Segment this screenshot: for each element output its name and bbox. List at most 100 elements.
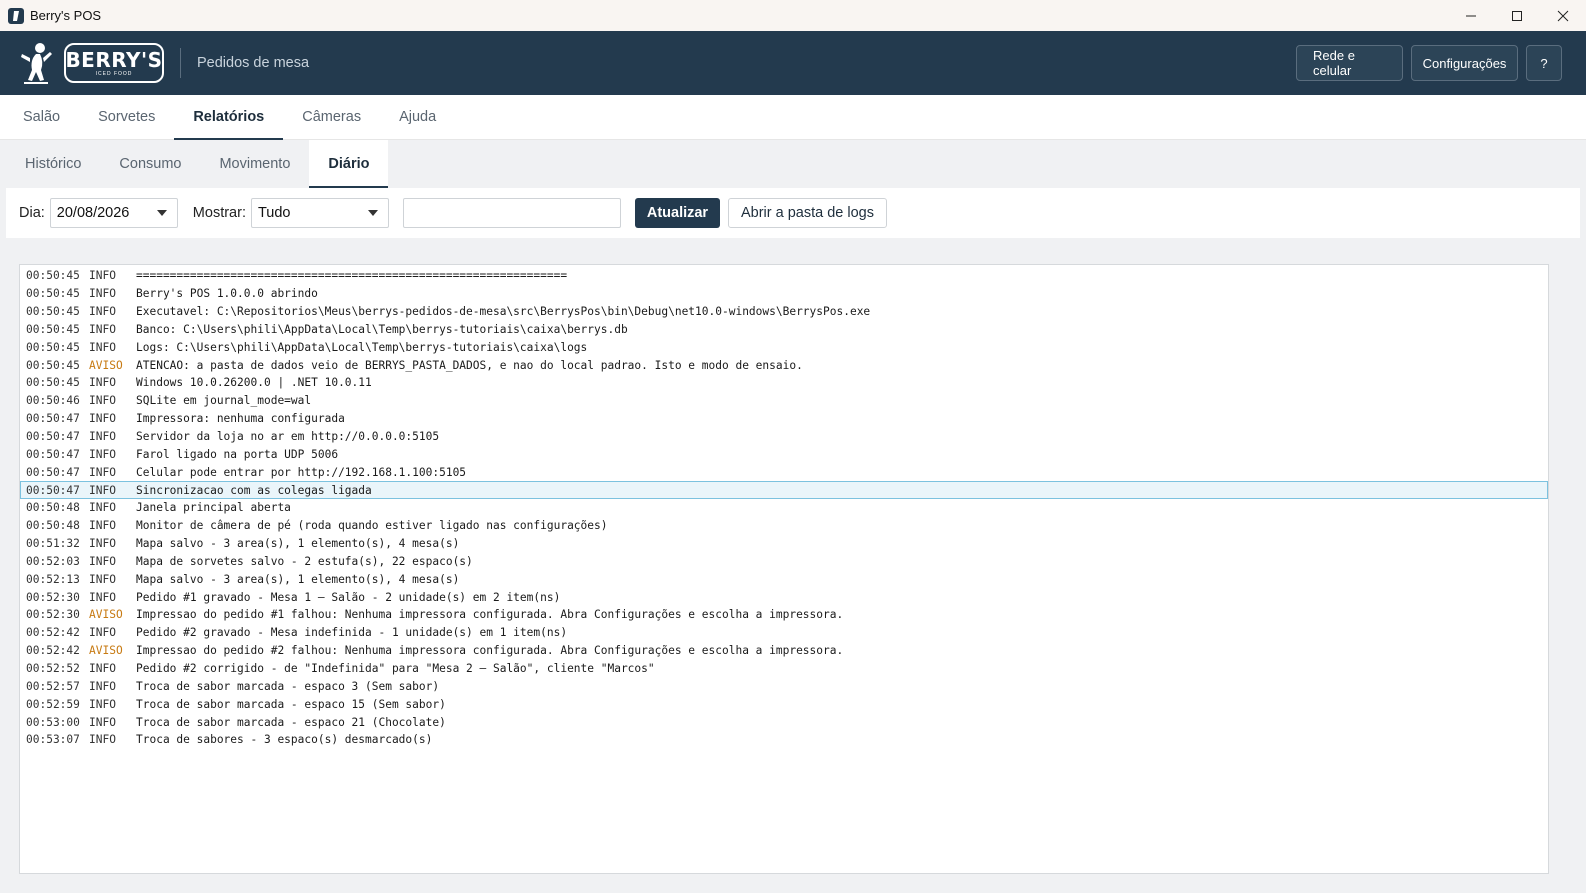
log-time: 00:50:45 xyxy=(26,305,80,319)
log-entry[interactable]: 00:50:48 INFO Janela principal aberta xyxy=(20,499,1548,517)
log-time: 00:52:13 xyxy=(26,572,80,586)
log-level: INFO xyxy=(89,537,116,551)
log-time: 00:53:00 xyxy=(26,715,80,729)
log-entry[interactable]: 00:50:45 INFO Executavel: C:\Repositorios\… xyxy=(20,303,1548,321)
log-entry[interactable]: 00:52:03 INFO Mapa de sorvetes salvo - 2 e… xyxy=(20,553,1548,571)
log-time: 00:50:48 xyxy=(26,519,80,533)
log-entry[interactable]: 00:50:47 INFO Sincronizacao com as colegas… xyxy=(20,481,1548,499)
maximize-icon xyxy=(1512,10,1522,21)
log-time: 00:50:47 xyxy=(26,465,80,479)
log-message: Berry's POS 1.0.0.0 abrindo xyxy=(136,287,318,301)
log-time: 00:50:45 xyxy=(26,322,80,336)
log-entry[interactable]: 00:50:45 INFO Logs: C:\Users\phili\AppData… xyxy=(20,338,1548,356)
day-label: Dia: xyxy=(19,205,45,221)
log-entry[interactable]: 00:50:45 INFO Banco: C:\Users\phili\AppDat… xyxy=(20,321,1548,339)
log-entry[interactable]: 00:53:07 INFO Troca de sabores - 3 espaco(… xyxy=(20,731,1548,749)
refresh-button[interactable]: Atualizar xyxy=(634,198,720,228)
log-entry[interactable]: 00:51:32 INFO Mapa salvo - 3 area(s), 1 el… xyxy=(20,535,1548,553)
log-message: Impressao do pedido #1 falhou: Nenhuma i… xyxy=(136,608,844,622)
subtab-consumo[interactable]: Consumo xyxy=(100,140,200,188)
log-level: INFO xyxy=(89,287,116,301)
network-button[interactable]: Rede e celular xyxy=(1296,45,1403,81)
log-level: INFO xyxy=(89,394,116,408)
log-entry[interactable]: 00:52:42 AVISO Impressao do pedido #2 falh… xyxy=(20,642,1548,660)
log-message: Celular pode entrar por http://192.168.1… xyxy=(136,465,467,479)
log-search-input[interactable] xyxy=(402,198,621,228)
log-message: Mapa salvo - 3 area(s), 1 elemento(s), 4… xyxy=(136,572,460,586)
log-entry[interactable]: 00:52:42 INFO Pedido #2 gravado - Mesa ind… xyxy=(20,624,1548,642)
log-time: 00:52:42 xyxy=(26,644,80,658)
log-message: Impressao do pedido #2 falhou: Nenhuma i… xyxy=(136,644,844,658)
subtab-historico[interactable]: Histórico xyxy=(6,140,100,188)
settings-button[interactable]: Configurações xyxy=(1411,45,1518,81)
log-entry[interactable]: 00:50:45 INFO ============================… xyxy=(20,267,1548,285)
log-entry[interactable]: 00:50:45 INFO Berry's POS 1.0.0.0 abrindo xyxy=(20,285,1548,303)
log-entry[interactable]: 00:50:45 INFO Windows 10.0.26200.0 | .NET … xyxy=(20,374,1548,392)
day-picker[interactable]: 20/08/2026 xyxy=(49,198,178,228)
log-time: 00:50:45 xyxy=(26,340,80,354)
brand-logo: BERRY'S ICED FOOD xyxy=(64,43,164,83)
show-label: Mostrar: xyxy=(192,205,246,221)
log-entry[interactable]: 00:50:46 INFO SQLite em journal_mode=wal xyxy=(20,392,1548,410)
log-level: INFO xyxy=(89,733,116,747)
tab-salao[interactable]: Salão xyxy=(4,95,79,139)
log-entry[interactable]: 00:52:30 INFO Pedido #1 gravado - Mesa 1 —… xyxy=(20,588,1548,606)
log-level: INFO xyxy=(89,501,116,515)
log-entry[interactable]: 00:50:45 AVISO ATENCAO: a pasta de dados v… xyxy=(20,356,1548,374)
log-time: 00:52:30 xyxy=(26,590,80,604)
log-level: INFO xyxy=(89,305,116,319)
log-list[interactable]: 00:50:45 INFO ============================… xyxy=(19,264,1549,874)
log-entry[interactable]: 00:52:59 INFO Troca de sabor marcada - esp… xyxy=(20,695,1548,713)
log-entry[interactable]: 00:50:47 INFO Farol ligado na porta UDP 50… xyxy=(20,445,1548,463)
window-title: Berry's POS xyxy=(30,8,102,23)
maximize-button[interactable] xyxy=(1494,0,1540,31)
log-message: Mapa salvo - 3 area(s), 1 elemento(s), 4… xyxy=(136,537,460,551)
log-level: INFO xyxy=(89,447,116,461)
log-entry[interactable]: 00:50:48 INFO Monitor de câmera de pé (rod… xyxy=(20,517,1548,535)
log-time: 00:50:45 xyxy=(26,269,80,283)
window-controls xyxy=(1448,0,1586,31)
log-message: ========================================… xyxy=(136,269,568,283)
log-message: Janela principal aberta xyxy=(136,501,291,515)
log-entry[interactable]: 00:52:52 INFO Pedido #2 corrigido - de "In… xyxy=(20,660,1548,678)
tab-sorvetes[interactable]: Sorvetes xyxy=(79,95,174,139)
app-header: BERRY'S ICED FOOD Pedidos de mesa Rede e… xyxy=(0,31,1586,95)
log-time: 00:50:45 xyxy=(26,287,80,301)
log-message: Troca de sabor marcada - espaco 21 (Choc… xyxy=(136,715,446,729)
log-level: INFO xyxy=(89,715,116,729)
log-level: INFO xyxy=(89,626,116,640)
log-time: 00:52:52 xyxy=(26,661,80,675)
minimize-button[interactable] xyxy=(1448,0,1494,31)
tab-ajuda[interactable]: Ajuda xyxy=(380,95,455,139)
log-entry[interactable]: 00:52:57 INFO Troca de sabor marcada - esp… xyxy=(20,677,1548,695)
log-entry[interactable]: 00:50:47 INFO Celular pode entrar por http… xyxy=(20,463,1548,481)
log-level: AVISO xyxy=(89,358,123,372)
minimize-icon xyxy=(1466,15,1476,16)
tab-relatorios[interactable]: Relatórios xyxy=(174,95,284,140)
subtab-diario[interactable]: Diário xyxy=(309,140,389,188)
subtab-movimento[interactable]: Movimento xyxy=(200,140,309,188)
log-entry[interactable]: 00:53:00 INFO Troca de sabor marcada - esp… xyxy=(20,713,1548,731)
open-logs-folder-button[interactable]: Abrir a pasta de logs xyxy=(727,198,887,228)
log-entry[interactable]: 00:50:47 INFO Impressora: nenhuma configur… xyxy=(20,410,1548,428)
log-message: Windows 10.0.26200.0 | .NET 10.0.11 xyxy=(136,376,372,390)
close-button[interactable] xyxy=(1540,0,1586,31)
log-time: 00:50:45 xyxy=(26,376,80,390)
log-time: 00:50:47 xyxy=(26,412,80,426)
day-value: 20/08/2026 xyxy=(56,205,130,221)
log-time: 00:50:47 xyxy=(26,447,80,461)
log-level: AVISO xyxy=(89,608,123,622)
show-filter-select[interactable]: Tudo xyxy=(250,198,389,228)
log-entry[interactable]: 00:50:47 INFO Servidor da loja no ar em ht… xyxy=(20,428,1548,446)
log-entry[interactable]: 00:52:13 INFO Mapa salvo - 3 area(s), 1 el… xyxy=(20,570,1548,588)
log-message: Farol ligado na porta UDP 5006 xyxy=(136,447,339,461)
log-entry[interactable]: 00:52:30 AVISO Impressao do pedido #1 falh… xyxy=(20,606,1548,624)
help-button[interactable]: ? xyxy=(1526,45,1562,81)
log-message: Troca de sabor marcada - espaco 15 (Sem … xyxy=(136,697,446,711)
log-level: INFO xyxy=(89,554,116,568)
header-divider xyxy=(180,48,181,78)
tab-cameras[interactable]: Câmeras xyxy=(283,95,380,139)
log-level: INFO xyxy=(89,430,116,444)
app-icon xyxy=(8,7,24,24)
sub-tabs: Histórico Consumo Movimento Diário xyxy=(0,140,1586,188)
